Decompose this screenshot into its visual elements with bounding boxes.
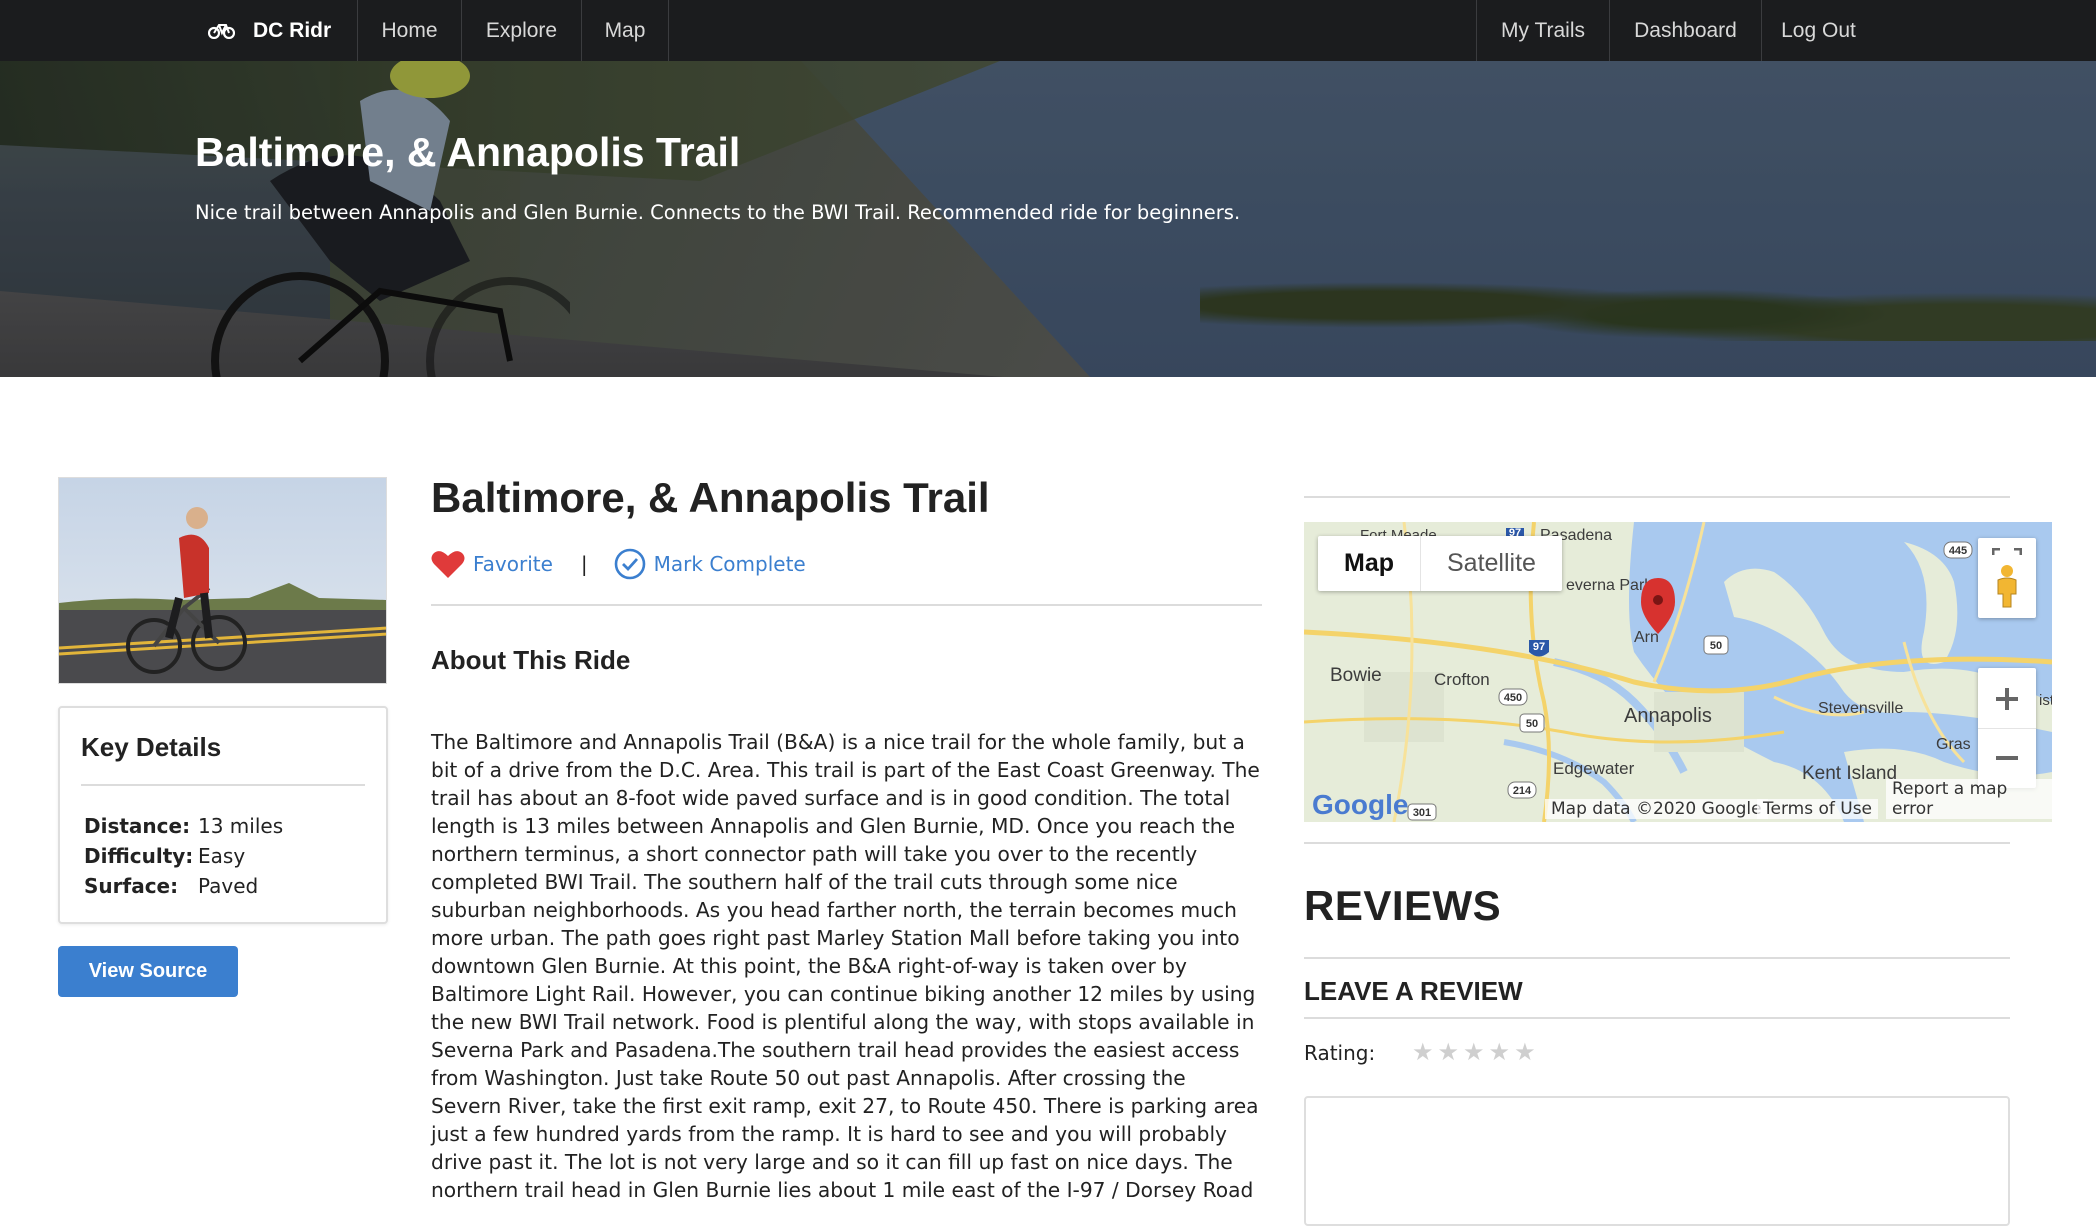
key-details-divider — [81, 784, 365, 786]
nav-home[interactable]: Home — [357, 0, 461, 61]
detail-surface: Surface: Paved — [84, 874, 258, 898]
rating-label: Rating: — [1304, 1041, 1376, 1065]
detail-label: Difficulty: — [84, 844, 194, 868]
map-bottom-divider — [1304, 842, 2010, 844]
map-report-link[interactable]: Report a map error — [1886, 779, 2052, 819]
about-heading: About This Ride — [431, 645, 631, 675]
route-shield: 50 — [1519, 713, 1545, 733]
mark-complete-label: Mark Complete — [653, 552, 806, 576]
favorite-button[interactable]: Favorite — [431, 549, 553, 579]
map-footer: Map data ©2020 Google Terms of Use Repor… — [1304, 779, 2052, 822]
detail-distance: Distance: 13 miles — [84, 814, 283, 838]
action-separator: | — [580, 552, 588, 576]
star-icon[interactable]: ★ — [1463, 1038, 1485, 1066]
map-label: Arn — [1634, 629, 1659, 646]
heart-icon — [431, 551, 465, 578]
map-label: Gras — [1936, 736, 1971, 753]
map-label: Crofton — [1434, 670, 1490, 689]
brand-name: DC Ridr — [253, 18, 332, 42]
map-label: Edgewater — [1553, 759, 1635, 778]
detail-difficulty: Difficulty: Easy — [84, 844, 245, 868]
trail-title: Baltimore, & Annapolis Trail — [431, 474, 990, 521]
map-label: ist — [2039, 692, 2052, 709]
svg-text:50: 50 — [1710, 640, 1722, 652]
map-label: Stevensville — [1818, 700, 1903, 717]
key-details-heading: Key Details — [81, 732, 222, 762]
leave-review-heading: LEAVE A REVIEW — [1304, 976, 1523, 1006]
trail-map[interactable]: Pasadena everna Park Arn Bowie Crofton A… — [1304, 522, 2052, 822]
review-textarea[interactable] — [1304, 1096, 2010, 1226]
reviews-heading: REVIEWS — [1304, 882, 1502, 929]
fullscreen-icon[interactable] — [1992, 548, 2022, 562]
svg-text:50: 50 — [1526, 718, 1538, 730]
rating-stars: ★ ★ ★ ★ ★ — [1412, 1038, 1536, 1066]
map-type-control: Map Satellite — [1318, 536, 1562, 591]
route-shield: 97 — [1529, 640, 1549, 657]
nav-my-trails[interactable]: My Trails — [1476, 0, 1609, 61]
detail-label: Distance: — [84, 814, 191, 838]
star-icon[interactable]: ★ — [1412, 1038, 1434, 1066]
key-details-card: Key Details Distance: 13 miles Difficulty… — [58, 706, 388, 924]
pegman-icon[interactable] — [1994, 564, 2020, 608]
hero-title: Baltimore, & Annapolis Trail — [195, 129, 741, 175]
zoom-in-button[interactable] — [1978, 670, 2036, 729]
check-circle-icon — [614, 548, 645, 580]
leave-review-divider — [1304, 1017, 2010, 1019]
route-shield: 50 — [1703, 635, 1729, 655]
fullscreen-streetview-control — [1978, 538, 2036, 618]
brand-link[interactable]: DC Ridr — [208, 0, 331, 61]
title-divider — [431, 604, 1262, 606]
view-source-button[interactable]: View Source — [58, 946, 238, 997]
nav-dashboard[interactable]: Dashboard — [1609, 0, 1761, 61]
detail-value: Easy — [198, 844, 246, 868]
zoom-control — [1978, 668, 2036, 788]
nav-explore[interactable]: Explore — [461, 0, 581, 61]
minus-icon — [1996, 755, 2018, 760]
map-top-divider — [1304, 496, 2010, 498]
map-terms-link[interactable]: Terms of Use — [1757, 799, 1879, 819]
map-attribution: Map data ©2020 Google — [1545, 799, 1768, 819]
hero-subtitle: Nice trail between Annapolis and Glen Bu… — [195, 201, 1241, 224]
map-label: Kent Island — [1802, 763, 1897, 784]
route-shield: 445 — [1943, 541, 1973, 559]
svg-text:450: 450 — [1504, 692, 1522, 704]
trail-actions: Favorite | Mark Complete — [431, 546, 806, 582]
detail-value: Paved — [198, 874, 259, 898]
trail-photo-image — [59, 478, 386, 683]
svg-text:97: 97 — [1533, 641, 1545, 653]
reviews-divider — [1304, 957, 2010, 959]
map-type-map-button[interactable]: Map — [1318, 536, 1421, 591]
nav-map[interactable]: Map — [581, 0, 669, 61]
star-icon[interactable]: ★ — [1438, 1038, 1460, 1066]
about-text: The Baltimore and Annapolis Trail (B&A) … — [431, 730, 1260, 1202]
svg-text:445: 445 — [1949, 545, 1967, 557]
star-icon[interactable]: ★ — [1514, 1038, 1536, 1066]
nav-log-out[interactable]: Log Out — [1761, 0, 1875, 61]
bicycle-icon — [208, 24, 235, 39]
plus-icon — [1996, 687, 2018, 710]
map-label: Bowie — [1330, 665, 1382, 686]
detail-value: 13 miles — [198, 814, 284, 838]
top-navbar: DC Ridr Home Explore Map My Trails Dashb… — [0, 0, 2096, 61]
star-icon[interactable]: ★ — [1489, 1038, 1511, 1066]
mark-complete-button[interactable]: Mark Complete — [614, 548, 806, 580]
zoom-out-button[interactable] — [1978, 729, 2036, 787]
route-shield: 450 — [1498, 688, 1528, 706]
map-type-satellite-button[interactable]: Satellite — [1421, 536, 1562, 591]
map-label: Annapolis — [1624, 705, 1712, 727]
hero-banner: Baltimore, & Annapolis Trail Nice trail … — [0, 61, 2096, 377]
map-label: everna Park — [1566, 577, 1653, 594]
trail-photo — [58, 477, 387, 684]
favorite-label: Favorite — [473, 552, 553, 576]
detail-label: Surface: — [84, 874, 179, 898]
